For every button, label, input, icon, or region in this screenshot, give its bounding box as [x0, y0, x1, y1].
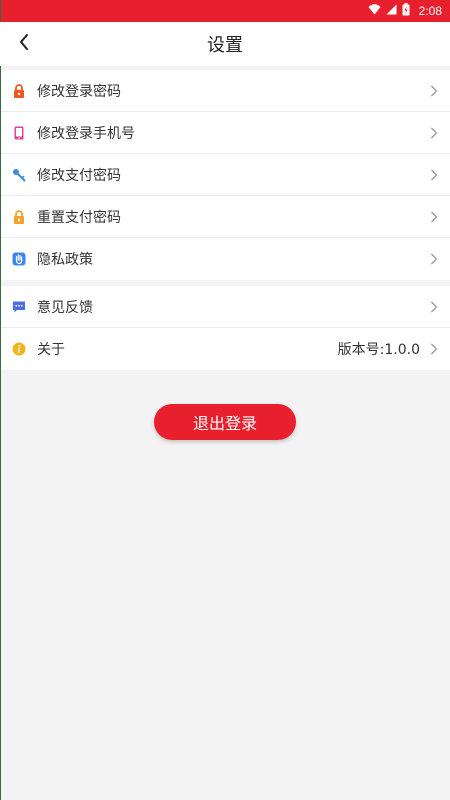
back-arrow-icon: [18, 33, 30, 55]
status-bar: 2:08: [0, 0, 450, 22]
page-title: 设置: [207, 35, 243, 56]
lock-icon: [12, 83, 26, 98]
chat-icon: [12, 300, 26, 314]
chevron-right-icon: [430, 127, 438, 139]
status-time: 2:08: [418, 4, 442, 18]
settings-group-misc: 意见反馈 关于 版本号:1.0.0: [0, 286, 450, 370]
cell-signal-icon: [386, 4, 397, 18]
info-icon: [12, 342, 26, 356]
phone-icon: [12, 126, 26, 140]
row-label: 修改登录密码: [37, 83, 121, 100]
row-label: 隐私政策: [37, 252, 93, 268]
row-label: 关于: [37, 342, 65, 358]
row-label: 修改登录手机号: [37, 125, 135, 142]
settings-row-change-login-password[interactable]: 修改登录密码: [0, 70, 450, 112]
key-icon: [12, 168, 26, 182]
row-label: 修改支付密码: [37, 167, 121, 184]
chevron-right-icon: [430, 253, 438, 265]
hand-icon: [12, 252, 26, 266]
row-label: 意见反馈: [37, 299, 93, 316]
wifi-icon: [368, 4, 381, 18]
chevron-right-icon: [430, 85, 438, 97]
logout-container: 退出登录: [0, 404, 450, 440]
chevron-right-icon: [430, 301, 438, 313]
battery-icon: [402, 3, 410, 19]
chevron-right-icon: [430, 343, 438, 355]
left-edge-divider: [0, 0, 1, 800]
settings-row-privacy-policy[interactable]: 隐私政策: [0, 238, 450, 280]
navigation-bar: 设置: [0, 22, 450, 66]
status-icons: 2:08: [368, 3, 442, 19]
back-button[interactable]: [8, 22, 40, 66]
settings-group-security: 修改登录密码 修改登录手机号 修改支付密码 重置支付密码 隐私政策: [0, 70, 450, 280]
settings-row-reset-payment-password[interactable]: 重置支付密码: [0, 196, 450, 238]
settings-row-about[interactable]: 关于 版本号:1.0.0: [0, 328, 450, 370]
chevron-right-icon: [430, 211, 438, 223]
chevron-right-icon: [430, 169, 438, 181]
app-version-value: 版本号:1.0.0: [337, 342, 420, 358]
settings-row-change-payment-password[interactable]: 修改支付密码: [0, 154, 450, 196]
settings-row-feedback[interactable]: 意见反馈: [0, 286, 450, 328]
padlock-icon: [12, 209, 26, 224]
settings-row-change-login-phone[interactable]: 修改登录手机号: [0, 112, 450, 154]
logout-button[interactable]: 退出登录: [154, 404, 296, 440]
row-label: 重置支付密码: [37, 209, 121, 226]
